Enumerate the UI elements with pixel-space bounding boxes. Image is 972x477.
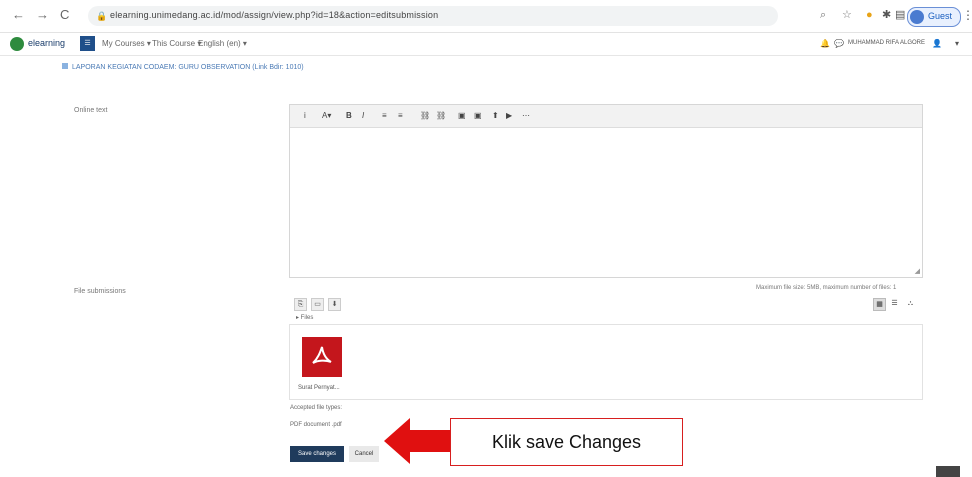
- user-name[interactable]: MUHAMMAD RIFA ALGORE: [848, 40, 925, 46]
- list-view-icon[interactable]: ☰: [889, 298, 900, 309]
- upload-toolbar-button[interactable]: ⬆: [492, 111, 499, 120]
- extension-icon[interactable]: ●: [866, 9, 873, 21]
- editor-toolbar: i A▾ B I ≡ ≡ ⛓ ⛓ ▣ ▣ ⬆ ▶ ⋯: [290, 105, 922, 128]
- file-drop-area[interactable]: Surat Pernyat...: [289, 324, 923, 400]
- create-folder-icon[interactable]: ▭: [311, 298, 324, 311]
- puzzle-icon[interactable]: ✱: [882, 9, 891, 21]
- site-logo-icon[interactable]: [10, 37, 24, 51]
- media-toolbar-button[interactable]: ▣: [474, 111, 482, 120]
- font-size-toolbar-button[interactable]: A▾: [322, 111, 331, 120]
- file-submissions-label: File submissions: [74, 288, 126, 295]
- star-icon[interactable]: ☆: [842, 9, 852, 21]
- assignment-icon: [62, 63, 68, 69]
- unlink-toolbar-button[interactable]: ⛓: [436, 111, 446, 120]
- reload-button[interactable]: C: [60, 8, 69, 22]
- menu-this-course[interactable]: This Course ▾: [152, 39, 201, 48]
- site-navbar: elearning ☰ My Courses ▾ This Course ▾ E…: [0, 33, 972, 56]
- more-toolbar-button[interactable]: ⋯: [522, 111, 530, 120]
- info-toolbar-button[interactable]: i: [304, 111, 306, 120]
- callout-text: Klik save Changes: [491, 432, 642, 452]
- online-text-label: Online text: [74, 107, 108, 114]
- accepted-types-value: PDF document .pdf: [290, 422, 342, 428]
- annotation-callout: Klik save Changes: [450, 418, 683, 466]
- zoom-icon[interactable]: ⌕: [820, 9, 826, 21]
- online-text-editor[interactable]: i A▾ B I ≡ ≡ ⛓ ⛓ ▣ ▣ ⬆ ▶ ⋯ ◢: [289, 104, 923, 278]
- bell-icon[interactable]: 🔔: [820, 39, 830, 48]
- pdf-file-icon[interactable]: [302, 337, 342, 377]
- scroll-to-top-button[interactable]: [936, 466, 960, 477]
- site-brand[interactable]: elearning: [28, 38, 65, 48]
- download-all-icon[interactable]: ⬇: [328, 298, 341, 311]
- menu-language[interactable]: English (en) ▾: [198, 39, 247, 48]
- url-text: elearning.unimedang.ac.id/mod/assign/vie…: [110, 10, 439, 20]
- lock-icon: 🔒: [96, 11, 108, 21]
- forward-button[interactable]: →: [36, 8, 49, 22]
- back-button[interactable]: ←: [12, 8, 25, 22]
- drawer-toggle-button[interactable]: ☰: [80, 36, 95, 51]
- browser-menu-icon[interactable]: ⋮: [962, 8, 972, 22]
- profile-label: Guest: [928, 11, 953, 21]
- breadcrumb[interactable]: LAPORAN KEGIATAN CODAEM: GURU OBSERVATIO…: [72, 64, 304, 71]
- user-avatar[interactable]: 👤: [932, 39, 942, 48]
- sidebar-icon[interactable]: ▤: [895, 9, 905, 21]
- numbered-list-toolbar-button[interactable]: ≡: [398, 111, 403, 120]
- icon-view-icon[interactable]: ▦: [873, 298, 886, 311]
- file-name[interactable]: Surat Pernyat...: [298, 385, 340, 391]
- chat-icon[interactable]: 💬: [834, 39, 844, 48]
- accepted-types-label: Accepted file types:: [290, 405, 343, 411]
- video-toolbar-button[interactable]: ▶: [506, 111, 512, 120]
- resize-handle-icon[interactable]: ◢: [915, 267, 920, 275]
- bold-toolbar-button[interactable]: B: [346, 111, 352, 120]
- annotation-arrow-icon: [384, 418, 450, 464]
- menu-my-courses[interactable]: My Courses ▾: [102, 39, 151, 48]
- address-bar[interactable]: 🔒 elearning.unimedang.ac.id/mod/assign/v…: [88, 6, 778, 26]
- save-changes-button[interactable]: Save changes: [290, 446, 344, 462]
- add-file-icon[interactable]: ⎘: [294, 298, 307, 311]
- browser-chrome: ← → C 🔒 elearning.unimedang.ac.id/mod/as…: [0, 0, 972, 33]
- user-menu-chevron-icon[interactable]: ▾: [955, 39, 959, 48]
- italic-toolbar-button[interactable]: I: [362, 111, 364, 120]
- link-toolbar-button[interactable]: ⛓: [420, 111, 430, 120]
- bullet-list-toolbar-button[interactable]: ≡: [382, 111, 387, 120]
- files-path[interactable]: ▸ Files: [296, 314, 313, 321]
- image-toolbar-button[interactable]: ▣: [458, 111, 466, 120]
- max-file-info: Maximum file size: 5MB, maximum number o…: [756, 285, 897, 291]
- cancel-button[interactable]: Cancel: [349, 446, 379, 462]
- avatar: [910, 10, 924, 24]
- tree-view-icon[interactable]: ⛬: [905, 298, 916, 309]
- profile-button[interactable]: Guest: [907, 7, 961, 27]
